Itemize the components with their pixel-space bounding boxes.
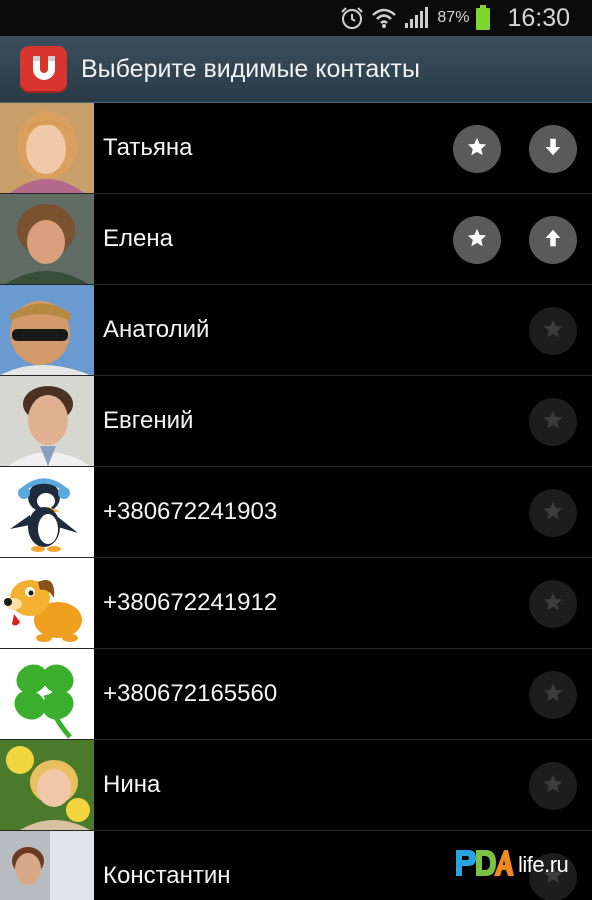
contact-name: Евгений [103, 407, 194, 434]
contact-avatar [0, 740, 94, 830]
contact-name: +380672241903 [103, 498, 278, 525]
favorite-button[interactable] [453, 125, 501, 173]
star-icon [466, 136, 488, 163]
contact-row[interactable]: Нина [0, 740, 592, 831]
contact-avatar [0, 376, 94, 466]
watermark: life.ru [454, 845, 584, 885]
watermark-text: life.ru [518, 852, 569, 877]
contact-row[interactable]: Татьяна [0, 103, 592, 194]
contact-name: +380672241912 [103, 589, 278, 616]
star-icon [542, 682, 564, 709]
star-icon [466, 227, 488, 254]
contact-row[interactable]: Анатолий [0, 285, 592, 376]
signal-icon [403, 6, 429, 30]
favorite-button[interactable] [529, 580, 577, 628]
favorite-button[interactable] [529, 671, 577, 719]
favorite-button[interactable] [529, 398, 577, 446]
contact-row[interactable]: Елена [0, 194, 592, 285]
battery-icon [475, 5, 491, 31]
alarm-icon [339, 6, 365, 30]
contact-row[interactable]: +380672165560 [0, 649, 592, 740]
favorite-button[interactable] [529, 307, 577, 355]
star-icon [542, 318, 564, 345]
favorite-button[interactable] [529, 489, 577, 537]
star-icon [542, 500, 564, 527]
contact-avatar-penguin [0, 467, 94, 557]
contact-avatar [0, 194, 94, 284]
move-up-button[interactable] [529, 216, 577, 264]
contact-name: Анатолий [103, 316, 210, 343]
contact-name: Елена [103, 225, 173, 252]
star-icon [542, 773, 564, 800]
arrow-down-icon [542, 136, 564, 163]
contact-row[interactable]: +380672241903 [0, 467, 592, 558]
contact-name: +380672165560 [103, 680, 278, 707]
arrow-up-icon [542, 227, 564, 254]
page-title: Выберите видимые контакты [81, 54, 420, 83]
pda-logo [454, 846, 514, 885]
star-icon [542, 409, 564, 436]
contact-avatar [0, 285, 94, 375]
contact-name: Константин [103, 862, 231, 889]
clock: 16:30 [507, 3, 570, 32]
contact-name: Татьяна [103, 134, 193, 161]
contact-row[interactable]: +380672241912 [0, 558, 592, 649]
magnet-icon[interactable] [20, 45, 67, 93]
contact-name: Нина [103, 771, 161, 798]
contact-list[interactable]: Татьяна Елена Анатолий Евгений +38067224… [0, 103, 592, 900]
favorite-button[interactable] [453, 216, 501, 264]
contact-avatar [0, 831, 94, 900]
battery-percentage: 87% [437, 9, 470, 26]
contact-avatar [0, 103, 94, 193]
wifi-icon [371, 6, 397, 30]
star-icon [542, 591, 564, 618]
contact-avatar-dog [0, 558, 94, 648]
contact-avatar-clover [0, 649, 94, 739]
status-bar: 87% 16:30 [0, 0, 592, 36]
action-bar: Выберите видимые контакты [0, 36, 592, 103]
contact-row[interactable]: Евгений [0, 376, 592, 467]
move-down-button[interactable] [529, 125, 577, 173]
favorite-button[interactable] [529, 762, 577, 810]
